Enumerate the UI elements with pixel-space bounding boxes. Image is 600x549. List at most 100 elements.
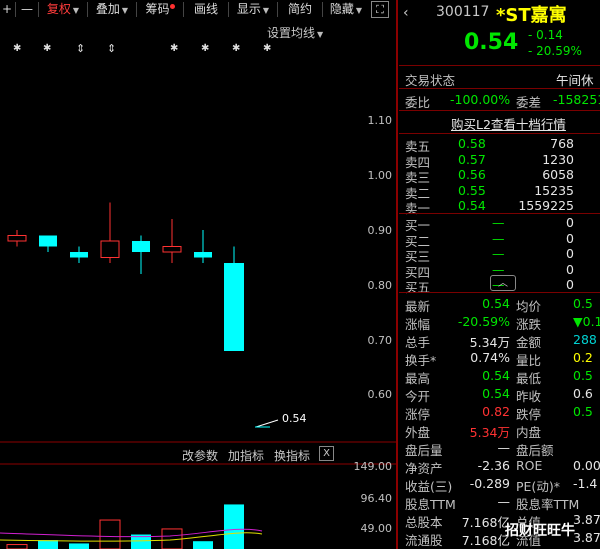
stat-label: 盘后量 (405, 443, 443, 458)
stat-label: 涨幅 (405, 317, 431, 332)
stat-label: 总手 (405, 335, 431, 350)
candle-body[interactable] (70, 252, 88, 258)
price-tick: 0.90 (367, 224, 393, 237)
stat-label: 流通股 (405, 533, 443, 548)
trade-status-label: 交易状态 (405, 73, 456, 88)
candle-body[interactable] (132, 241, 150, 252)
trading-window: { "toolbar":{"plus":"+","minus":"—","fuq… (0, 0, 600, 549)
stat-value: 3.871 (573, 512, 600, 527)
collapse-icon[interactable]: ︿ (490, 275, 516, 291)
candle-body[interactable] (100, 240, 120, 258)
stock-name: *ST嘉寓 (496, 5, 567, 26)
switch-indicator-button[interactable]: 换指标 (274, 447, 310, 464)
order-price[interactable]: 0.55 (458, 183, 486, 198)
stat-value: 0.5 (573, 368, 593, 383)
stat-label: ROE (516, 458, 543, 473)
stat-label: 收益(三) (405, 479, 453, 494)
order-price[interactable]: — (492, 215, 505, 230)
price-change-pct: - 20.59% (528, 44, 582, 58)
candle-body[interactable] (7, 235, 27, 242)
order-vol[interactable]: 1230 (542, 152, 574, 167)
stat-label: 最低 (516, 371, 542, 386)
stat-value: -2.36 (477, 458, 510, 473)
stat-label: 换手* (405, 353, 437, 368)
stat-value: 5.34万 (469, 425, 510, 440)
order-price[interactable]: 0.57 (458, 152, 486, 167)
stat-value: — (497, 440, 511, 455)
stat-label: 昨收 (516, 389, 542, 404)
volume-tick: 49.00 (360, 522, 393, 535)
stat-label: 盘后额 (516, 443, 554, 458)
price-tick: 1.00 (367, 169, 393, 182)
candle-body[interactable] (39, 235, 57, 247)
candle-body[interactable] (194, 252, 212, 258)
order-vol[interactable]: 0 (566, 231, 574, 246)
stat-value: 0.00 (573, 458, 600, 473)
candle-body[interactable] (224, 263, 244, 351)
stat-value: 0.82 (482, 404, 510, 419)
stat-label: 今开 (405, 389, 431, 404)
volume-bar (224, 504, 244, 549)
order-vol[interactable]: 0 (566, 277, 574, 292)
volume-bar (99, 519, 121, 549)
weibi-label: 委比 (405, 95, 431, 110)
stat-label: 股息TTM (405, 497, 456, 512)
l2-purchase-link[interactable]: 购买L2查看十档行情 (451, 114, 566, 133)
stat-value: -0.289 (469, 476, 510, 491)
stat-label: 最新 (405, 299, 431, 314)
stat-label: 股息率TTM (516, 497, 580, 512)
order-vol[interactable]: 1559225 (518, 198, 574, 213)
stat-label: 金额 (516, 335, 542, 350)
order-price[interactable]: 0.56 (458, 167, 486, 182)
order-vol[interactable]: 0 (566, 215, 574, 230)
order-vol[interactable]: 15235 (534, 183, 574, 198)
back-arrow-icon[interactable]: ‹ (403, 5, 409, 21)
last-price-annotation: 0.54 (282, 412, 307, 425)
trade-status-value: 午间休 (556, 73, 594, 88)
close-icon[interactable]: X (319, 446, 334, 461)
order-vol[interactable]: 6058 (542, 167, 574, 182)
stat-value: 0.6 (573, 386, 593, 401)
stat-value: 0.54 (482, 296, 510, 311)
price-tick: 1.10 (367, 114, 393, 127)
candle-body[interactable] (162, 246, 182, 253)
volume-bar (6, 544, 28, 549)
volume-bar (38, 540, 58, 549)
stat-label: 量比 (516, 353, 542, 368)
stat-label: 跌停 (516, 407, 542, 422)
stat-label: 总股本 (405, 515, 443, 530)
stat-label: 内盘 (516, 425, 542, 440)
stat-value: -1.4 (573, 476, 598, 491)
price-tick: 0.60 (367, 388, 393, 401)
stat-value: 0.5 (573, 404, 593, 419)
stat-value: 7.168亿 (461, 533, 510, 548)
add-indicator-button[interactable]: 加指标 (228, 447, 264, 464)
volume-tick: 149.00 (353, 460, 393, 473)
order-label: 买五 (405, 280, 431, 295)
price-tick: 0.80 (367, 279, 393, 292)
order-vol[interactable]: 0 (566, 246, 574, 261)
stat-label: PE(动)* (516, 479, 560, 494)
stat-value: 0.2 (573, 350, 593, 365)
order-price[interactable]: 0.58 (458, 136, 486, 151)
order-price[interactable]: 0.54 (458, 198, 486, 213)
volume-tick: 96.40 (360, 492, 393, 505)
stat-value: 0.5 (573, 296, 593, 311)
stat-value: ▼0.1 (573, 314, 600, 329)
stat-value: 7.168亿 (461, 515, 510, 530)
stat-value: 0.74% (470, 350, 510, 365)
kline-chart[interactable] (0, 0, 396, 549)
order-vol[interactable]: 0 (566, 262, 574, 277)
order-price[interactable]: — (492, 231, 505, 246)
modify-params-button[interactable]: 改参数 (182, 447, 218, 464)
stat-label: 涨跌 (516, 317, 542, 332)
order-vol[interactable]: 768 (550, 136, 574, 151)
stat-value: -20.59% (457, 314, 510, 329)
current-price: 0.54 (464, 30, 519, 55)
weicha-label: 委差 (516, 95, 542, 110)
weibi-value: -100.00% (450, 92, 511, 107)
volume-bar (69, 543, 89, 549)
order-price[interactable]: — (492, 246, 505, 261)
stat-value: 0.54 (482, 368, 510, 383)
volume-bar (193, 541, 213, 549)
